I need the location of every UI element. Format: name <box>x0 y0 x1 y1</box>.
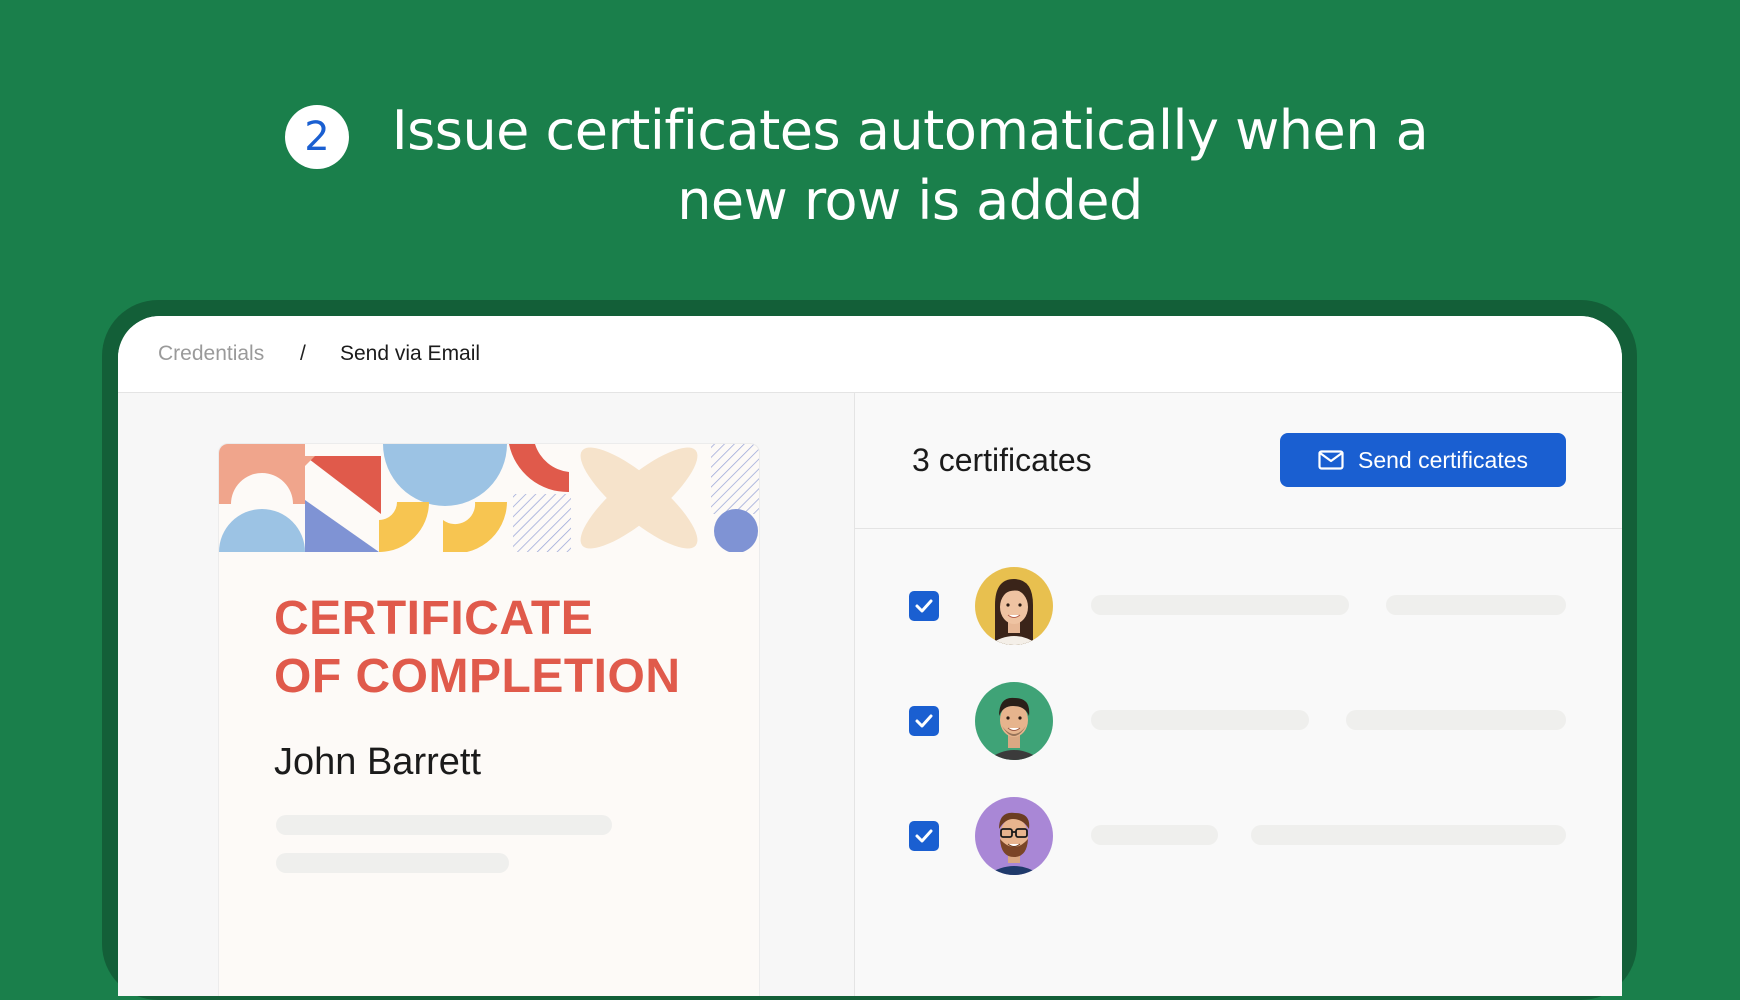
checkmark-icon <box>915 829 933 843</box>
breadcrumb: Credentials / Send via Email <box>118 316 1622 393</box>
send-certificates-label: Send certificates <box>1357 447 1529 473</box>
app-window: Credentials / Send via Email CERTIFICATE… <box>118 316 1622 996</box>
certificate-count: 3 certificates <box>912 442 1092 478</box>
bearded-man-avatar <box>975 797 1053 875</box>
recipient-row <box>855 795 1622 875</box>
certificate-title-line-1: CERTIFICATE <box>274 592 594 645</box>
recipient-checkbox[interactable] <box>909 591 939 621</box>
recipient-row <box>855 680 1622 760</box>
headline-line-1: Issue certificates automatically when a <box>391 99 1429 162</box>
certificate-placeholder-line <box>276 853 509 873</box>
headline-line-2: new row is added <box>677 169 1143 232</box>
step-number-badge: 2 <box>285 105 349 169</box>
recipients-header: 3 certificates Send certificates <box>855 393 1622 529</box>
certificate-title-line-2: OF COMPLETION <box>274 650 681 703</box>
certificate-card: CERTIFICATE OF COMPLETION John Barrett <box>218 443 760 996</box>
recipient-email-placeholder <box>1251 825 1566 845</box>
mail-icon <box>1318 450 1344 470</box>
recipient-checkbox[interactable] <box>909 821 939 851</box>
step-headline: 2 Issue certificates automatically when … <box>0 96 1740 246</box>
recipient-name-placeholder <box>1091 595 1349 615</box>
breadcrumb-current-page: Send via Email <box>340 342 481 365</box>
woman-avatar <box>975 567 1053 645</box>
send-certificates-button[interactable]: Send certificates <box>1280 433 1566 487</box>
recipient-row <box>855 565 1622 645</box>
certificate-recipient-name: John Barrett <box>274 741 481 783</box>
certificate-preview-pane: CERTIFICATE OF COMPLETION John Barrett <box>118 393 855 996</box>
certificate-decorative-pattern <box>219 444 759 552</box>
certificate-placeholder-line <box>276 815 612 835</box>
checkmark-icon <box>915 714 933 728</box>
recipient-email-placeholder <box>1386 595 1566 615</box>
breadcrumb-credentials-link[interactable]: Credentials <box>158 342 264 366</box>
recipient-name-placeholder <box>1091 710 1309 730</box>
recipient-name-placeholder <box>1091 825 1218 845</box>
recipient-email-placeholder <box>1346 710 1566 730</box>
man-avatar <box>975 682 1053 760</box>
recipients-pane: 3 certificates Send certificates <box>855 393 1622 996</box>
recipient-checkbox[interactable] <box>909 706 939 736</box>
certificate-title: CERTIFICATE OF COMPLETION <box>274 590 680 706</box>
headline-text: Issue certificates automatically when a … <box>380 96 1440 236</box>
breadcrumb-separator: / <box>300 342 306 365</box>
checkmark-icon <box>915 599 933 613</box>
